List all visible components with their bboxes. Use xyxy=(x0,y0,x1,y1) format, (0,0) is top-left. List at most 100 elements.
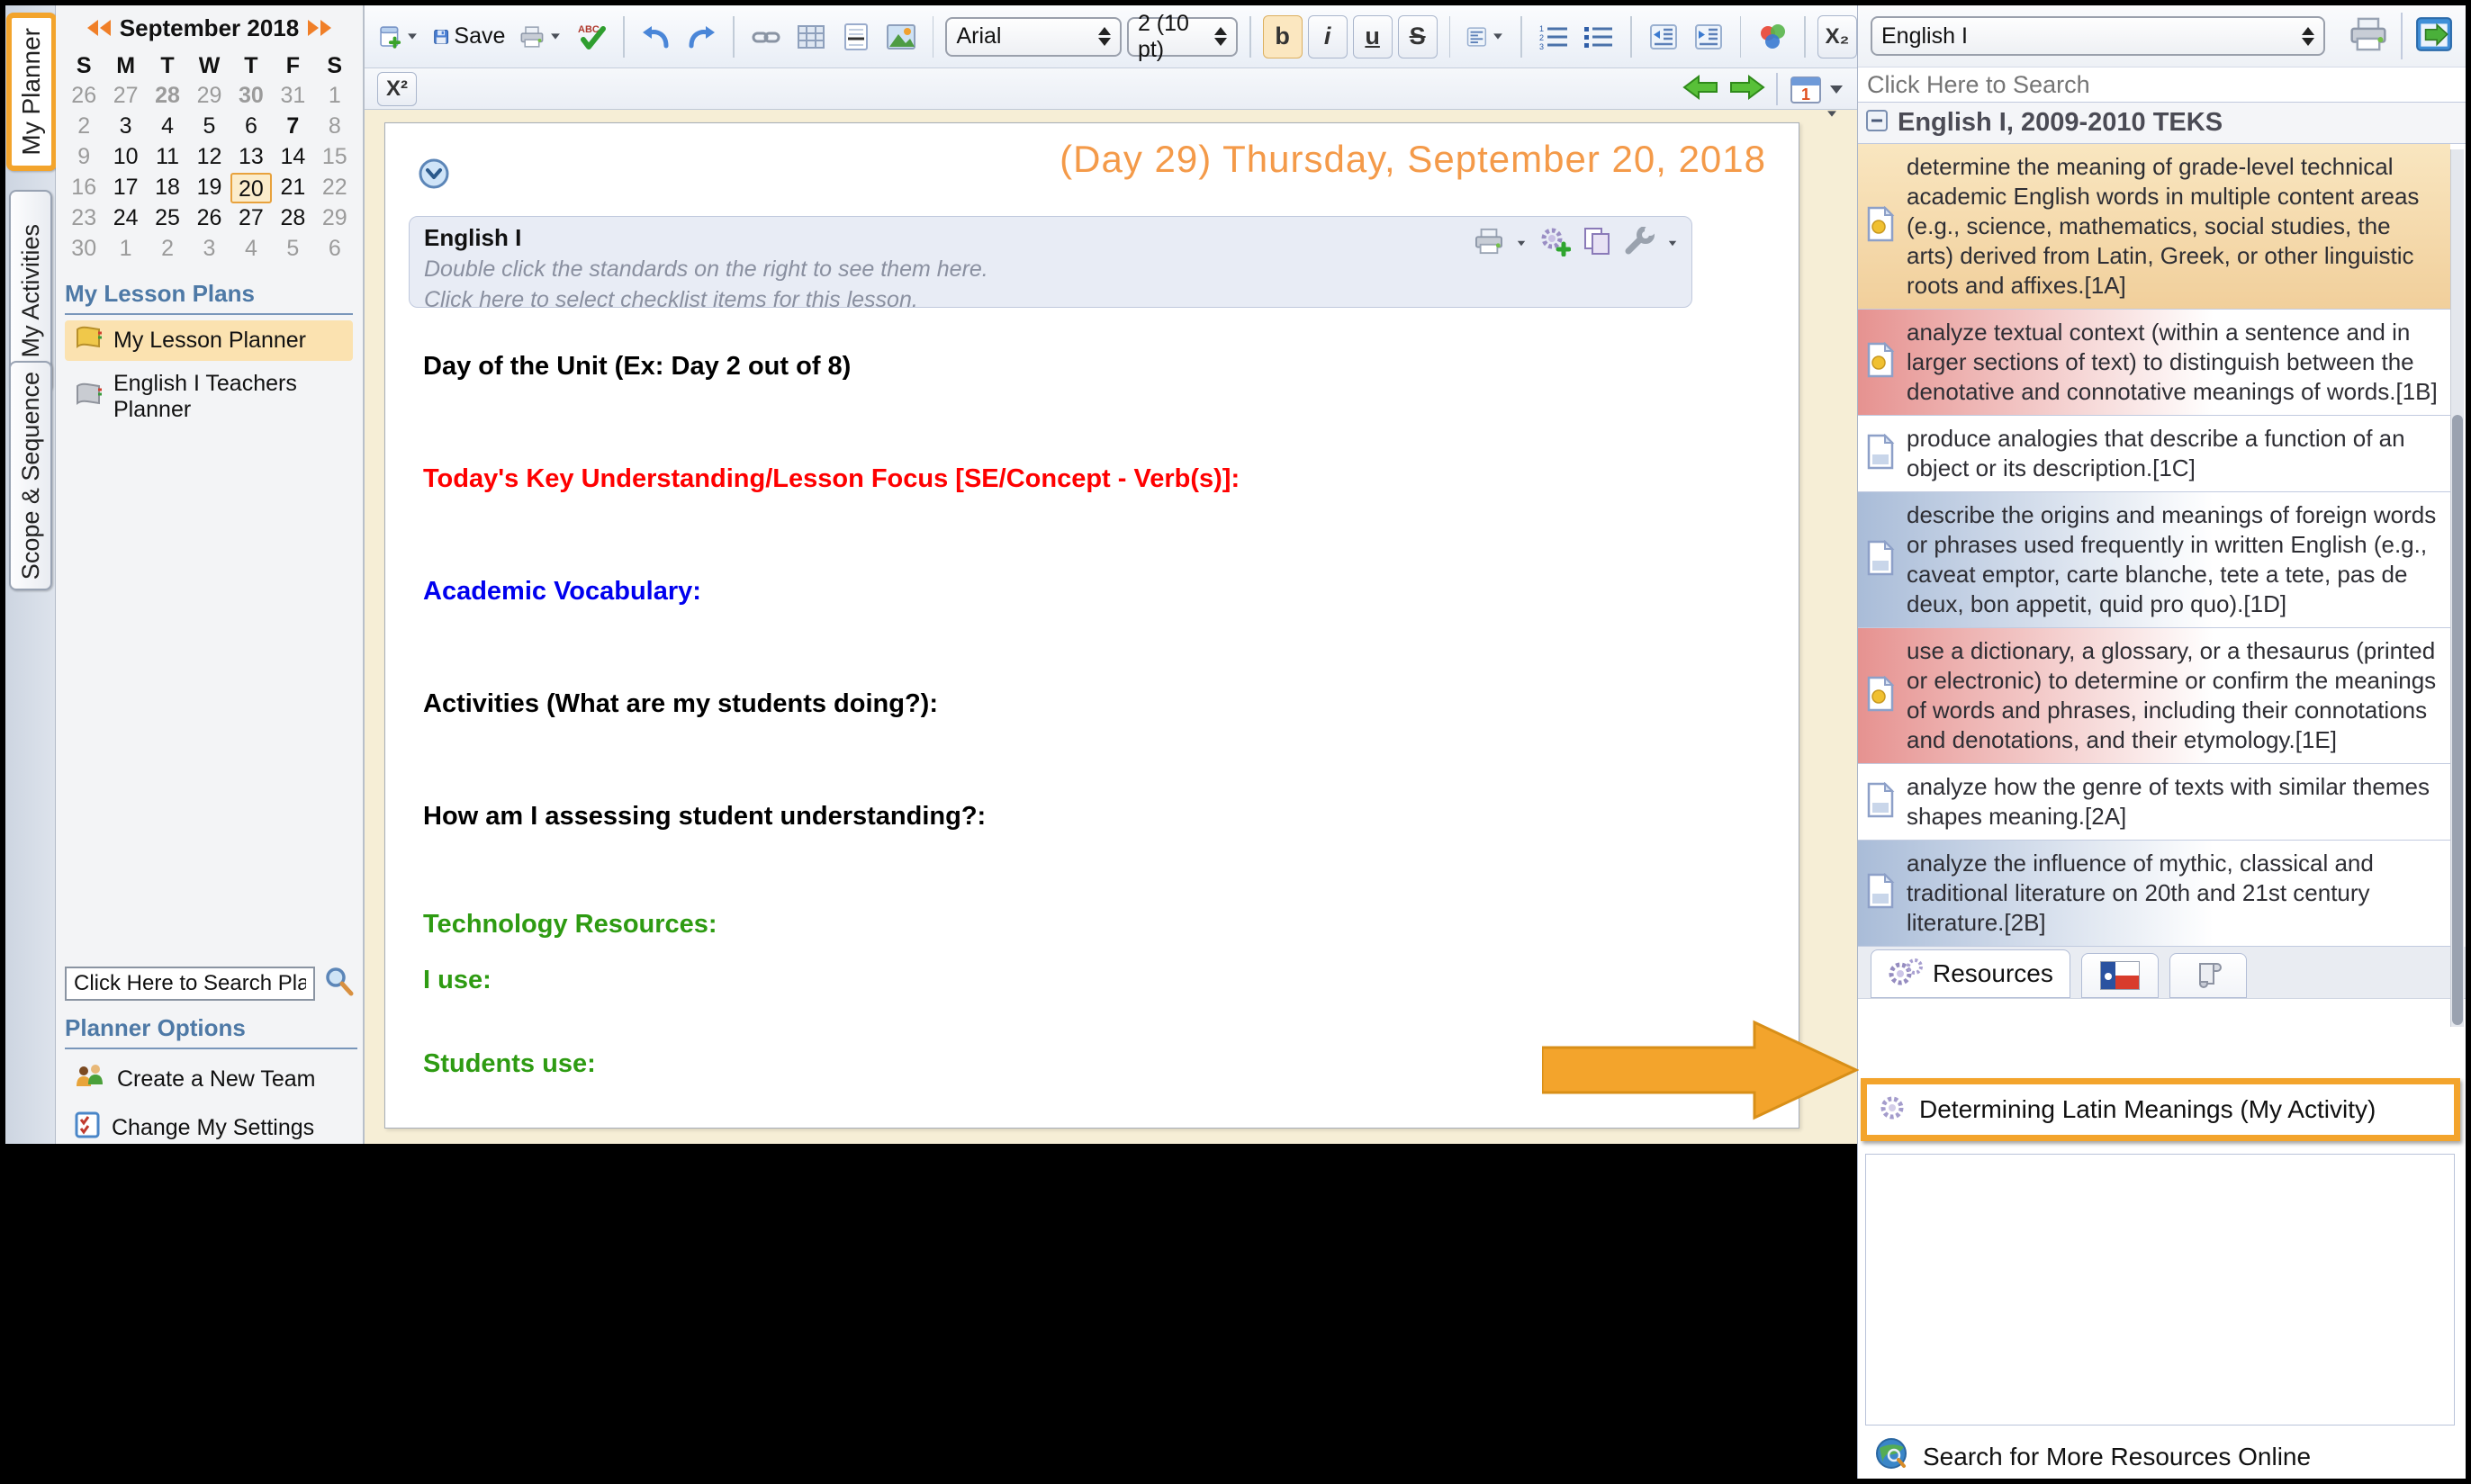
calendar-day[interactable]: 8 xyxy=(314,112,356,142)
bold-button[interactable]: b xyxy=(1262,14,1303,58)
horizontal-rule-button[interactable] xyxy=(836,15,876,58)
calendar-day[interactable]: 7 xyxy=(272,112,313,142)
calendar-day[interactable]: 29 xyxy=(188,81,230,112)
subscript-button[interactable]: X₂ xyxy=(1817,14,1857,58)
font-family-select[interactable]: Arial xyxy=(945,16,1122,57)
superscript-button[interactable]: X² xyxy=(377,72,417,106)
add-activity-button[interactable] xyxy=(1538,226,1572,261)
standard-item[interactable]: analyze textual context (within a senten… xyxy=(1858,310,2450,416)
save-button[interactable]: Save xyxy=(428,15,510,58)
prev-month-icon[interactable] xyxy=(99,20,111,36)
next-day-button[interactable] xyxy=(1729,73,1765,106)
next-year-icon[interactable] xyxy=(320,20,332,36)
standard-item[interactable]: produce analogies that describe a functi… xyxy=(1858,416,2450,492)
calendar-day[interactable]: 4 xyxy=(230,234,272,265)
bullet-list-button[interactable] xyxy=(1579,15,1619,58)
alignment-button[interactable] xyxy=(1462,15,1509,58)
search-online-item[interactable]: Search for More Resources Online xyxy=(1874,1436,2311,1477)
tab-scope-sequence[interactable]: Scope & Sequence xyxy=(9,361,52,590)
prev-year-icon[interactable] xyxy=(86,20,98,36)
calendar-day[interactable]: 2 xyxy=(63,112,104,142)
tab-my-planner[interactable]: My Planner xyxy=(6,13,57,171)
calendar-day[interactable]: 6 xyxy=(314,234,356,265)
outdent-button[interactable] xyxy=(1644,15,1683,58)
calendar-day[interactable]: 31 xyxy=(272,81,313,112)
calendar-day[interactable]: 1 xyxy=(104,234,146,265)
calendar-day[interactable]: 27 xyxy=(104,81,146,112)
search-plans-input[interactable] xyxy=(65,966,315,1001)
collapse-icon[interactable] xyxy=(1865,109,1889,137)
font-size-select[interactable]: 2 (10 pt) xyxy=(1126,11,1238,62)
standard-item[interactable]: use a dictionary, a glossary, or a thesa… xyxy=(1858,628,2450,764)
calendar-day[interactable]: 26 xyxy=(63,81,104,112)
calendar-day[interactable]: 9 xyxy=(63,142,104,173)
calendar-day[interactable]: 27 xyxy=(230,203,272,234)
calendar-day[interactable]: 13 xyxy=(230,142,272,173)
italic-button[interactable]: i xyxy=(1307,14,1348,58)
calendar-day[interactable]: 1 xyxy=(314,81,356,112)
standard-item[interactable]: describe the origins and meanings of for… xyxy=(1858,492,2450,628)
copy-button[interactable] xyxy=(1582,226,1612,261)
standards-group-header[interactable]: English I, 2009-2010 TEKS xyxy=(1858,103,2466,144)
redo-button[interactable] xyxy=(681,15,721,58)
strikethrough-button[interactable]: S xyxy=(1397,14,1438,58)
lesson-page[interactable]: (Day 29) Thursday, September 20, 2018 En… xyxy=(384,122,1799,1129)
calendar-day[interactable]: 17 xyxy=(104,173,146,203)
calendar-day[interactable]: 14 xyxy=(272,142,313,173)
print-standards-button[interactable] xyxy=(2349,16,2388,57)
scrollbar-thumb[interactable] xyxy=(2452,415,2463,1025)
underline-button[interactable]: u xyxy=(1352,14,1393,58)
standards-box[interactable]: English I Double click the standards on … xyxy=(409,216,1692,312)
tools-button[interactable] xyxy=(1623,225,1655,260)
previous-day-button[interactable] xyxy=(1682,73,1718,106)
calendar-day[interactable]: 11 xyxy=(147,142,188,173)
calendar-day[interactable]: 24 xyxy=(104,203,146,234)
calendar-day[interactable]: 28 xyxy=(272,203,313,234)
chevron-down-icon[interactable] xyxy=(1668,240,1677,247)
insert-image-button[interactable] xyxy=(881,15,921,58)
goto-date-button[interactable]: 1 xyxy=(1789,74,1843,104)
standards-scrollbar[interactable] xyxy=(2450,149,2464,1027)
lesson-body[interactable]: Day of the Unit (Ex: Day 2 out of 8) Toda… xyxy=(423,350,1683,1080)
insert-table-button[interactable] xyxy=(791,15,831,58)
calendar-day[interactable]: 12 xyxy=(188,142,230,173)
print-section-button[interactable] xyxy=(1474,228,1504,259)
resource-list-empty[interactable] xyxy=(1865,1154,2455,1426)
print-button[interactable] xyxy=(515,15,566,58)
calendar-day[interactable]: 30 xyxy=(230,81,272,112)
calendar-day[interactable]: 26 xyxy=(188,203,230,234)
tab-state-resources[interactable] xyxy=(2080,953,2159,998)
calendar-day[interactable]: 19 xyxy=(188,173,230,203)
standards-hint-2[interactable]: Click here to select checklist items for… xyxy=(424,287,1677,313)
create-new-team-item[interactable]: Create a New Team xyxy=(65,1058,357,1101)
calendar-day[interactable]: 5 xyxy=(188,112,230,142)
calendar-day[interactable]: 2 xyxy=(147,234,188,265)
lesson-plan-item-my-planner[interactable]: My Lesson Planner xyxy=(65,320,353,361)
calendar-day[interactable]: 15 xyxy=(314,142,356,173)
calendar-day[interactable]: 29 xyxy=(314,203,356,234)
indent-button[interactable] xyxy=(1689,15,1728,58)
numbered-list-button[interactable]: 123 xyxy=(1534,15,1574,58)
calendar-day[interactable]: 4 xyxy=(147,112,188,142)
lesson-plan-item-teachers-planner[interactable]: English I Teachers Planner xyxy=(65,366,353,427)
clock-icon[interactable] xyxy=(418,157,450,194)
course-select[interactable]: English I xyxy=(1871,16,2325,56)
calendar-day-selected[interactable]: 20 xyxy=(230,173,273,203)
text-color-button[interactable] xyxy=(1753,15,1792,58)
calendar-day[interactable]: 3 xyxy=(104,112,146,142)
chevron-down-icon[interactable] xyxy=(1517,240,1526,247)
tab-resources[interactable]: Resources xyxy=(1871,949,2070,998)
new-entry-button[interactable] xyxy=(374,15,423,58)
calendar-day[interactable]: 21 xyxy=(272,173,313,203)
insert-link-button[interactable] xyxy=(746,15,786,58)
activity-item-annotated[interactable]: Determining Latin Meanings (My Activity) xyxy=(1861,1078,2460,1141)
calendar-day[interactable]: 16 xyxy=(63,173,104,203)
spellcheck-button[interactable]: ABC xyxy=(572,15,611,58)
export-panel-button[interactable] xyxy=(2415,16,2453,57)
undo-button[interactable] xyxy=(636,15,676,58)
calendar-day[interactable]: 22 xyxy=(314,173,356,203)
calendar-day[interactable]: 28 xyxy=(147,81,188,112)
calendar-day[interactable]: 5 xyxy=(272,234,313,265)
calendar-day[interactable]: 6 xyxy=(230,112,272,142)
change-my-settings-item[interactable]: Change My Settings xyxy=(65,1106,357,1150)
